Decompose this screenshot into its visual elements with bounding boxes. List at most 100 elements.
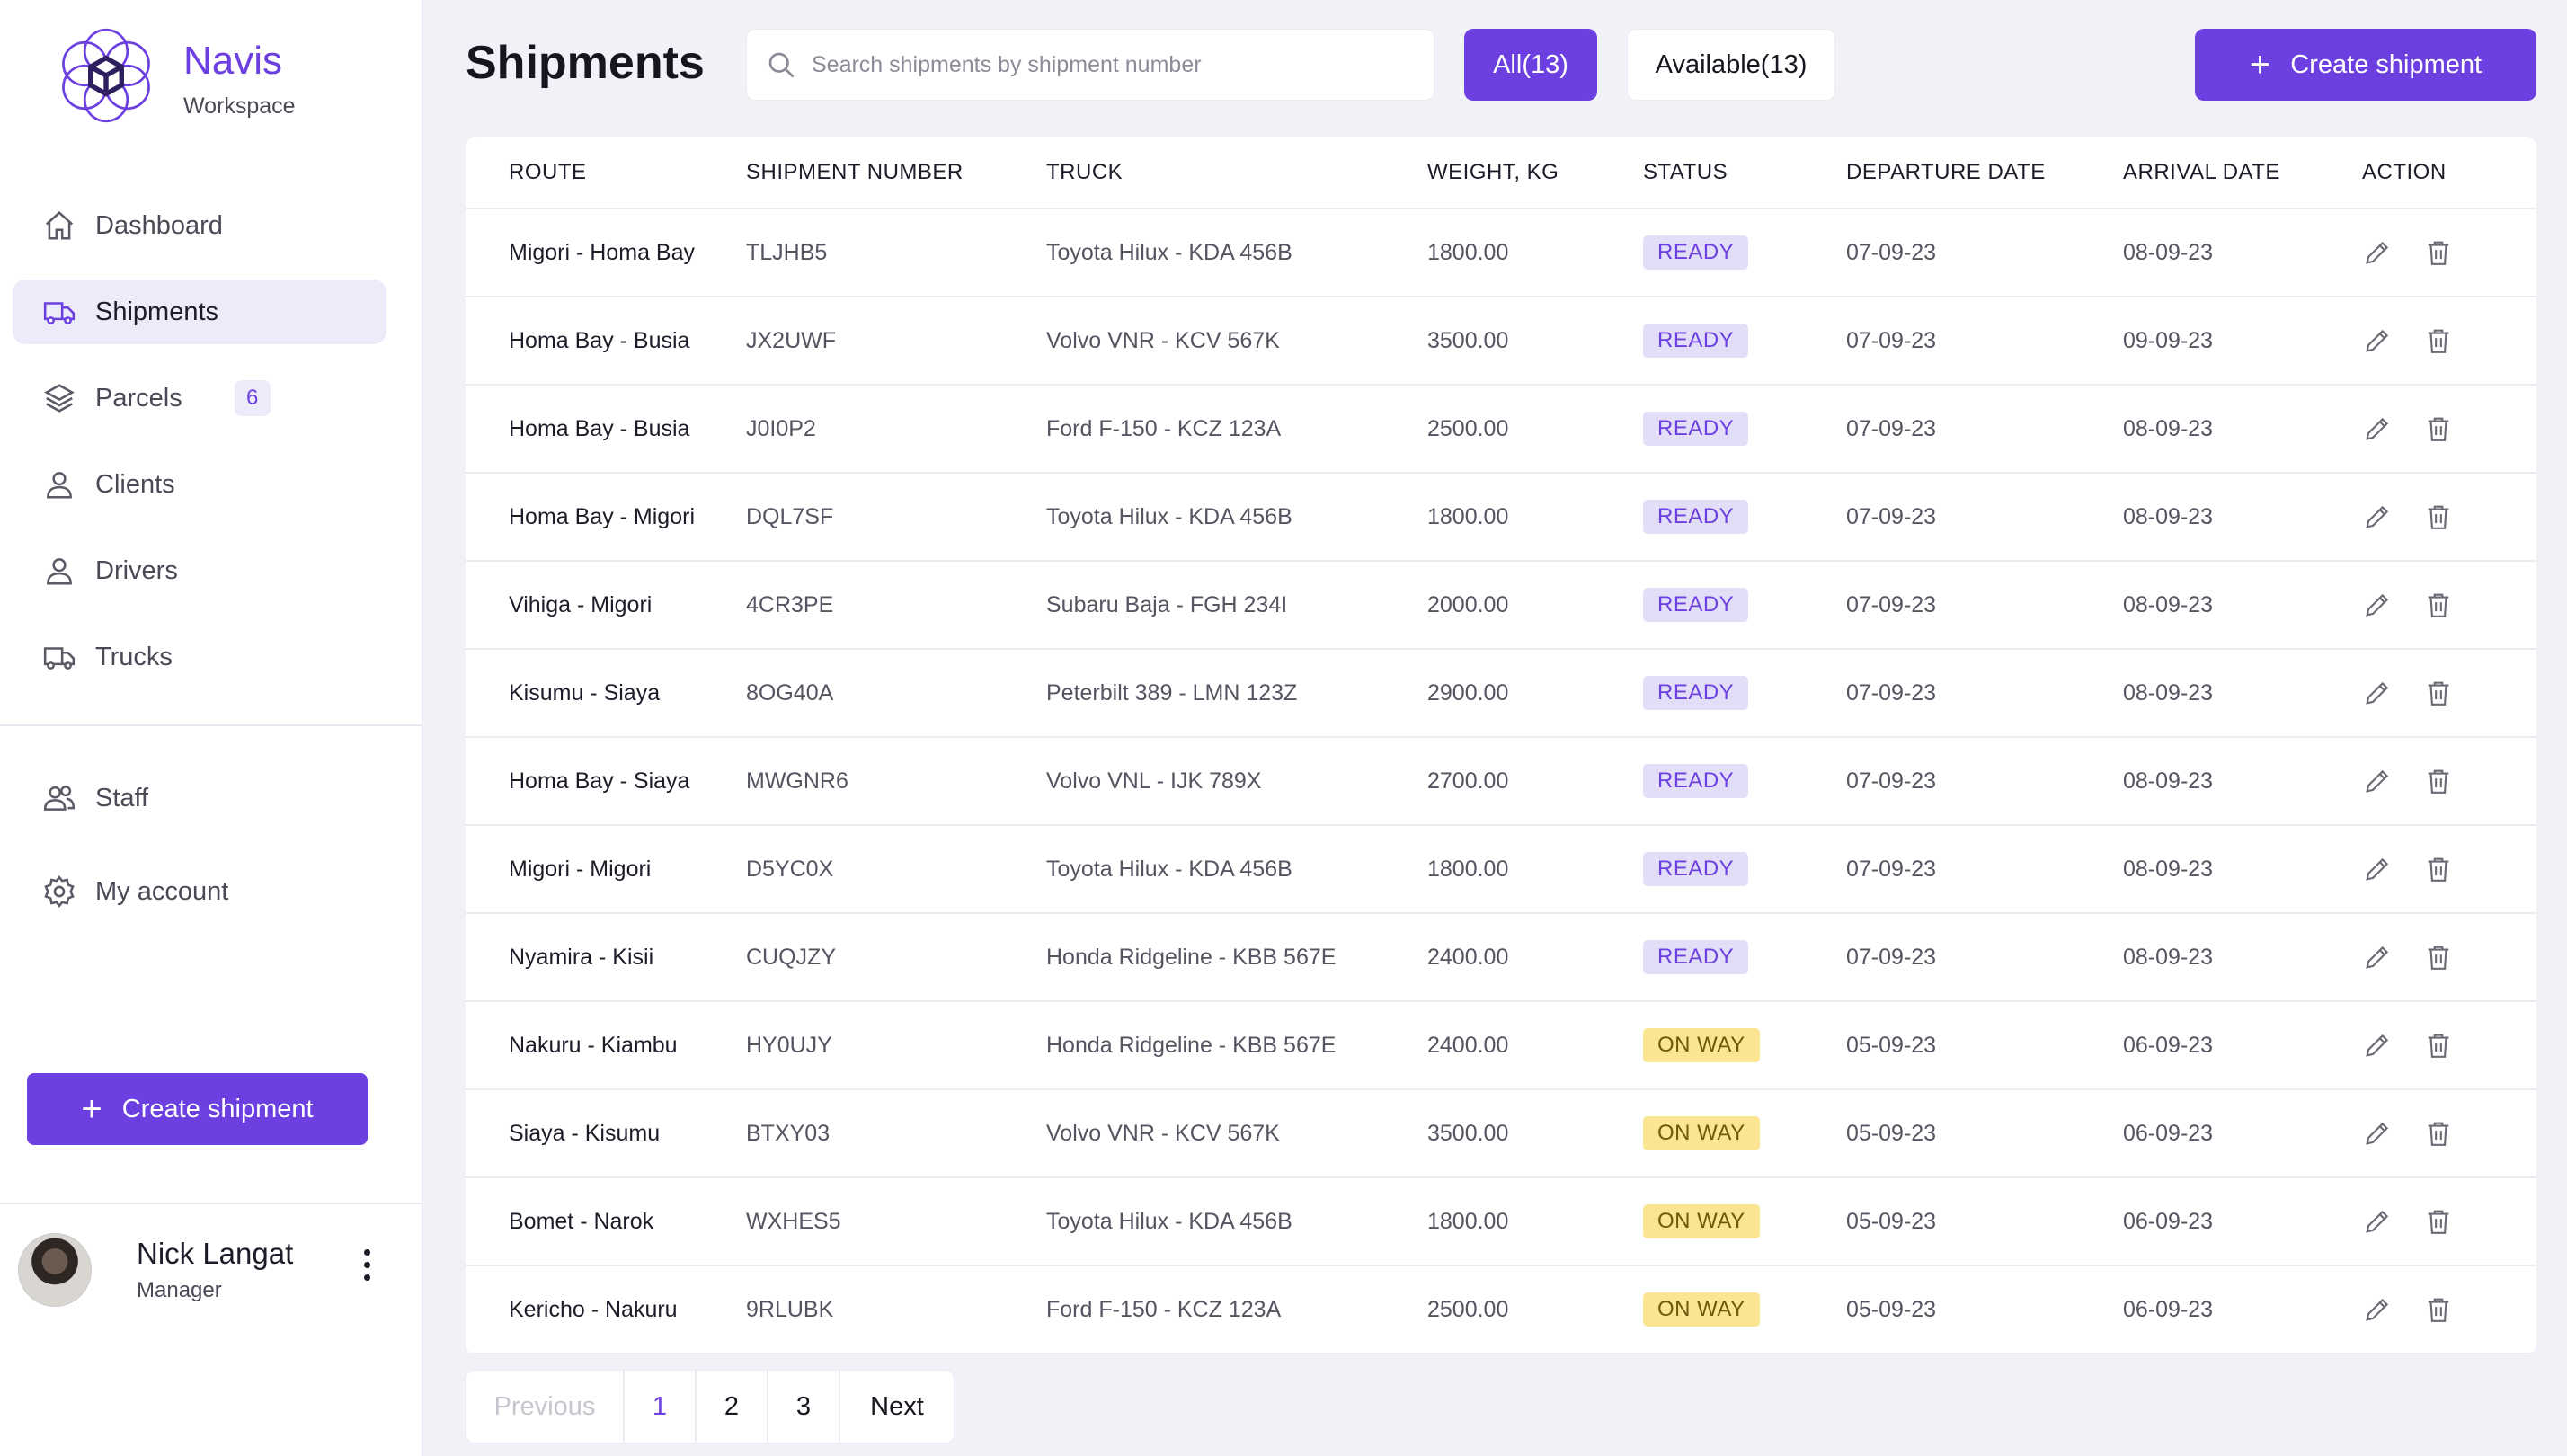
cell-departure-date: 07-09-23: [1846, 385, 2123, 474]
brand-subtitle: Workspace: [183, 93, 296, 119]
column-header-status[interactable]: STATUS: [1643, 137, 1846, 209]
delete-icon[interactable]: [2423, 1030, 2454, 1061]
cell-truck: Subaru Baja - FGH 234I: [1046, 561, 1427, 650]
page-1-button[interactable]: 1: [625, 1371, 697, 1443]
edit-icon[interactable]: [2362, 1294, 2393, 1325]
cell-truck: Ford F-150 - KCZ 123A: [1046, 385, 1427, 474]
sidebar-item-label: Parcels: [95, 383, 182, 413]
next-page-button[interactable]: Next: [840, 1371, 954, 1443]
sidebar-item-trucks[interactable]: Trucks: [13, 625, 386, 689]
status-badge: READY: [1643, 764, 1749, 798]
edit-icon[interactable]: [2362, 237, 2393, 268]
table-row[interactable]: Homa Bay - Busia JX2UWF Volvo VNR - KCV 56…: [466, 297, 2536, 386]
more-options-icon[interactable]: [361, 1249, 372, 1289]
cell-truck: Peterbilt 389 - LMN 123Z: [1046, 649, 1427, 738]
cell-route: Bomet - Narok: [466, 1177, 746, 1266]
delete-icon[interactable]: [2423, 590, 2454, 620]
edit-icon[interactable]: [2362, 854, 2393, 884]
delete-icon[interactable]: [2423, 766, 2454, 796]
cell-status: ON WAY: [1643, 1089, 1846, 1178]
cell-arrival-date: 08-09-23: [2123, 385, 2362, 474]
edit-icon[interactable]: [2362, 502, 2393, 532]
delete-icon[interactable]: [2423, 1118, 2454, 1149]
sidebar-item-clients[interactable]: Clients: [13, 452, 386, 517]
delete-icon[interactable]: [2423, 502, 2454, 532]
edit-icon[interactable]: [2362, 942, 2393, 972]
column-header-weight[interactable]: WEIGHT, KG: [1427, 137, 1643, 209]
table-row[interactable]: Homa Bay - Siaya MWGNR6 Volvo VNL - IJK 78…: [466, 737, 2536, 826]
table-row[interactable]: Migori - Migori D5YC0X Toyota Hilux - KDA …: [466, 825, 2536, 914]
edit-icon[interactable]: [2362, 678, 2393, 708]
table-row[interactable]: Siaya - Kisumu BTXY03 Volvo VNR - KCV 567K…: [466, 1089, 2536, 1178]
page-2-button[interactable]: 2: [697, 1371, 768, 1443]
sidebar-create-shipment-button[interactable]: + Create shipment: [27, 1073, 368, 1145]
edit-icon[interactable]: [2362, 590, 2393, 620]
delete-icon[interactable]: [2423, 237, 2454, 268]
column-header-departure-date[interactable]: DEPARTURE DATE: [1846, 137, 2123, 209]
create-shipment-button[interactable]: + Create shipment: [2195, 29, 2536, 101]
brand-name: Navis: [183, 39, 283, 83]
user-role: Manager: [137, 1278, 222, 1302]
column-header-route[interactable]: ROUTE: [466, 137, 746, 209]
cell-weight: 2900.00: [1427, 649, 1643, 738]
column-header-arrival-date[interactable]: ARRIVAL DATE: [2123, 137, 2362, 209]
edit-icon[interactable]: [2362, 1030, 2393, 1061]
delete-icon[interactable]: [2423, 1206, 2454, 1237]
table-row[interactable]: Homa Bay - Busia J0I0P2 Ford F-150 - KCZ 1…: [466, 385, 2536, 474]
cell-departure-date: 07-09-23: [1846, 561, 2123, 650]
table-row[interactable]: Kisumu - Siaya 8OG40A Peterbilt 389 - LMN …: [466, 649, 2536, 738]
delete-icon[interactable]: [2423, 413, 2454, 444]
cell-weight: 1800.00: [1427, 1177, 1643, 1266]
delete-icon[interactable]: [2423, 854, 2454, 884]
delete-icon[interactable]: [2423, 1294, 2454, 1325]
status-badge: READY: [1643, 940, 1749, 974]
edit-icon[interactable]: [2362, 325, 2393, 356]
filter-all-button[interactable]: All(13): [1464, 29, 1597, 101]
delete-icon[interactable]: [2423, 678, 2454, 708]
cell-truck: Volvo VNR - KCV 567K: [1046, 297, 1427, 386]
cell-shipment-number: JX2UWF: [746, 297, 1046, 386]
cell-actions: [2362, 473, 2536, 562]
sidebar-item-parcels[interactable]: Parcels 6: [13, 366, 386, 431]
table-row[interactable]: Kericho - Nakuru 9RLUBK Ford F-150 - KCZ 1…: [466, 1265, 2536, 1354]
table-row[interactable]: Nakuru - Kiambu HY0UJY Honda Ridgeline - K…: [466, 1001, 2536, 1090]
sidebar-item-drivers[interactable]: Drivers: [13, 538, 386, 603]
edit-icon[interactable]: [2362, 766, 2393, 796]
page-3-button[interactable]: 3: [768, 1371, 840, 1443]
cell-shipment-number: TLJHB5: [746, 209, 1046, 297]
cell-route: Vihiga - Migori: [466, 561, 746, 650]
sidebar-item-staff[interactable]: Staff: [20, 766, 394, 830]
delete-icon[interactable]: [2423, 942, 2454, 972]
cell-truck: Honda Ridgeline - KBB 567E: [1046, 1001, 1427, 1090]
brand[interactable]: Navis Workspace: [58, 27, 296, 135]
column-header-shipment-number[interactable]: SHIPMENT NUMBER: [746, 137, 1046, 209]
avatar[interactable]: [18, 1233, 92, 1307]
search-icon: [768, 52, 795, 78]
table-row[interactable]: Homa Bay - Migori DQL7SF Toyota Hilux - KD…: [466, 473, 2536, 562]
table-row[interactable]: Migori - Homa Bay TLJHB5 Toyota Hilux - KD…: [466, 209, 2536, 297]
table-header-row: ROUTE SHIPMENT NUMBER TRUCK WEIGHT, KG S…: [466, 137, 2536, 209]
sidebar: Navis Workspace Dashboard Shipments Parc…: [0, 0, 422, 1456]
delete-icon[interactable]: [2423, 325, 2454, 356]
edit-icon[interactable]: [2362, 1206, 2393, 1237]
sidebar-item-dashboard[interactable]: Dashboard: [13, 193, 386, 258]
table-row[interactable]: Bomet - Narok WXHES5 Toyota Hilux - KDA 45…: [466, 1177, 2536, 1266]
cell-departure-date: 07-09-23: [1846, 649, 2123, 738]
previous-page-button[interactable]: Previous: [466, 1371, 625, 1443]
table-row[interactable]: Vihiga - Migori 4CR3PE Subaru Baja - FGH 2…: [466, 561, 2536, 650]
search-bar[interactable]: [746, 29, 1434, 101]
filter-available-button[interactable]: Available(13): [1627, 29, 1835, 101]
cell-departure-date: 07-09-23: [1846, 209, 2123, 297]
sidebar-item-label: My account: [95, 876, 229, 906]
cell-weight: 1800.00: [1427, 473, 1643, 562]
edit-icon[interactable]: [2362, 413, 2393, 444]
sidebar-item-shipments[interactable]: Shipments: [13, 280, 386, 344]
cell-truck: Honda Ridgeline - KBB 567E: [1046, 913, 1427, 1002]
sidebar-item-my-account[interactable]: My account: [20, 859, 394, 924]
column-header-truck[interactable]: TRUCK: [1046, 137, 1427, 209]
home-icon: [41, 208, 77, 244]
edit-icon[interactable]: [2362, 1118, 2393, 1149]
plus-icon: +: [2249, 45, 2271, 84]
table-row[interactable]: Nyamira - Kisii CUQJZY Honda Ridgeline - K…: [466, 913, 2536, 1002]
search-input[interactable]: [812, 51, 1423, 78]
